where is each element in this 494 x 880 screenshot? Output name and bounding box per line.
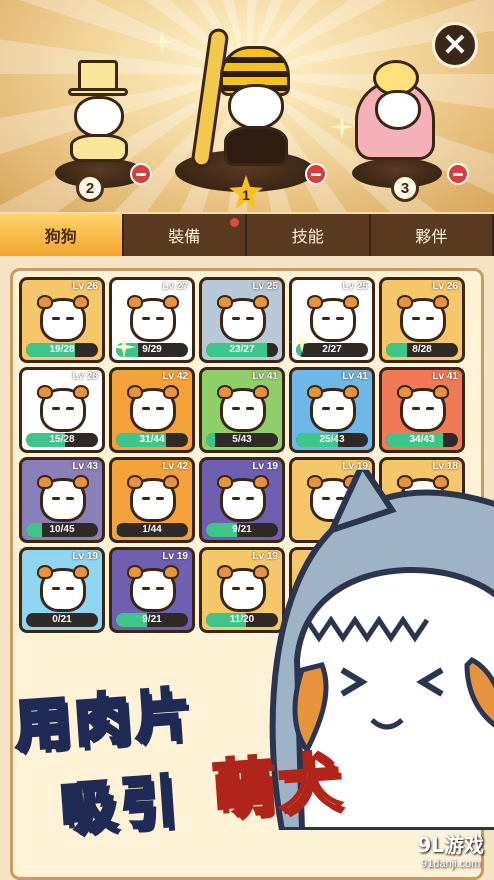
rank-badge-2: 2: [76, 174, 104, 202]
progress-text: 2/27: [322, 344, 342, 355]
progress-text: 31/44: [139, 434, 165, 445]
podium-dog-1[interactable]: [180, 27, 310, 169]
dog-card[interactable]: Lv 25 23/27: [199, 277, 285, 363]
progress-bar: 8/28: [386, 343, 458, 357]
level-label: Lv 25: [252, 281, 278, 292]
remove-dog-1-button[interactable]: [305, 163, 327, 185]
progress-bar: 9/21: [116, 613, 188, 627]
progress-text: 9/21: [142, 614, 162, 625]
progress-text: 10/45: [49, 524, 75, 535]
dog-card[interactable]: Lv 19 9/21: [109, 547, 195, 633]
level-label: Lv 19: [72, 551, 98, 562]
minus-icon: [311, 172, 321, 176]
dog-portrait: [127, 475, 179, 522]
dog-card[interactable]: Lv 41 5/43: [199, 367, 285, 453]
progress-bar: 1/44: [116, 523, 188, 537]
podium-panel: 2 1 3: [0, 0, 494, 212]
dog-card[interactable]: Lv 19 0/21: [19, 547, 105, 633]
level-label: Lv 42: [162, 461, 188, 472]
progress-bar: 2/27: [296, 343, 368, 357]
promo-text-line1: 用肉片: [11, 680, 198, 760]
level-label: Lv 19: [162, 551, 188, 562]
dog-card[interactable]: Lv 26 15/28: [19, 367, 105, 453]
progress-bar: 5/43: [206, 433, 278, 447]
close-icon: ✕: [442, 28, 468, 62]
dog-portrait: [37, 565, 89, 612]
level-label: Lv 42: [162, 371, 188, 382]
close-button[interactable]: ✕: [432, 22, 478, 68]
tab-partners[interactable]: 夥伴: [371, 214, 494, 256]
remove-dog-2-button[interactable]: [130, 163, 152, 185]
progress-text: 34/43: [409, 434, 435, 445]
progress-text: 8/28: [412, 344, 432, 355]
dog-portrait: [397, 295, 449, 342]
level-label: Lv 26: [72, 281, 98, 292]
level-label: Lv 27: [162, 281, 188, 292]
dog-card[interactable]: Lv 26 19/28: [19, 277, 105, 363]
dog-card[interactable]: Lv 42 1/44: [109, 457, 195, 543]
progress-text: 25/43: [319, 434, 345, 445]
category-tabs: 狗狗 裝備 技能 夥伴: [0, 214, 494, 256]
progress-bar: 19/28: [26, 343, 98, 357]
dog-card[interactable]: Lv 41 34/43: [379, 367, 465, 453]
dog-card[interactable]: Lv 42 31/44: [109, 367, 195, 453]
dog-portrait: [37, 475, 89, 522]
progress-text: 9/29: [142, 344, 162, 355]
minus-icon: [453, 172, 463, 176]
dog-portrait: [217, 295, 269, 342]
tab-dogs[interactable]: 狗狗: [0, 214, 124, 256]
dog-card[interactable]: Lv 41 25/43: [289, 367, 375, 453]
rank-badge-3: 3: [391, 174, 419, 202]
level-label: Lv 41: [432, 371, 458, 382]
minus-icon: [136, 172, 146, 176]
podium-dog-3[interactable]: [355, 60, 445, 160]
dog-card[interactable]: Lv 26 8/28: [379, 277, 465, 363]
tab-equipment[interactable]: 裝備: [124, 214, 247, 256]
remove-dog-3-button[interactable]: [447, 163, 469, 185]
progress-text: 0/21: [52, 614, 72, 625]
dog-portrait: [127, 295, 179, 342]
dog-portrait: [217, 565, 269, 612]
dog-card[interactable]: Lv 43 10/45: [19, 457, 105, 543]
progress-bar: 9/29: [116, 343, 188, 357]
dog-portrait: [307, 385, 359, 432]
tab-skills[interactable]: 技能: [247, 214, 371, 256]
level-label: Lv 41: [252, 371, 278, 382]
promo-text-line2-b: 萌犬: [208, 743, 348, 828]
level-label: Lv 41: [342, 371, 368, 382]
notification-dot: [230, 218, 239, 227]
dog-portrait: [217, 475, 269, 522]
dog-portrait: [127, 385, 179, 432]
progress-bar: 10/45: [26, 523, 98, 537]
level-label: Lv 26: [432, 281, 458, 292]
progress-bar: 0/21: [26, 613, 98, 627]
progress-bar: 25/43: [296, 433, 368, 447]
progress-bar: 31/44: [116, 433, 188, 447]
progress-text: 23/27: [229, 344, 255, 355]
level-label: Lv 26: [72, 371, 98, 382]
dog-portrait: [127, 565, 179, 612]
podium-dog-2[interactable]: [60, 60, 145, 162]
promo-text-line2-a: 吸引: [57, 767, 184, 843]
dog-card[interactable]: Lv 27 9/29: [109, 277, 195, 363]
dog-portrait: [397, 385, 449, 432]
progress-text: 1/44: [142, 524, 162, 535]
dog-portrait: [37, 385, 89, 432]
progress-text: 5/43: [232, 434, 252, 445]
progress-text: 19/28: [49, 344, 75, 355]
level-label: Lv 43: [72, 461, 98, 472]
progress-bar: 23/27: [206, 343, 278, 357]
level-label: Lv 25: [342, 281, 368, 292]
progress-text: 15/28: [49, 434, 75, 445]
watermark-logo: 9L游戏 91danji.com: [417, 833, 484, 870]
dog-portrait: [37, 295, 89, 342]
dog-portrait: [217, 385, 269, 432]
progress-bar: 34/43: [386, 433, 458, 447]
dog-portrait: [307, 295, 359, 342]
progress-bar: 15/28: [26, 433, 98, 447]
